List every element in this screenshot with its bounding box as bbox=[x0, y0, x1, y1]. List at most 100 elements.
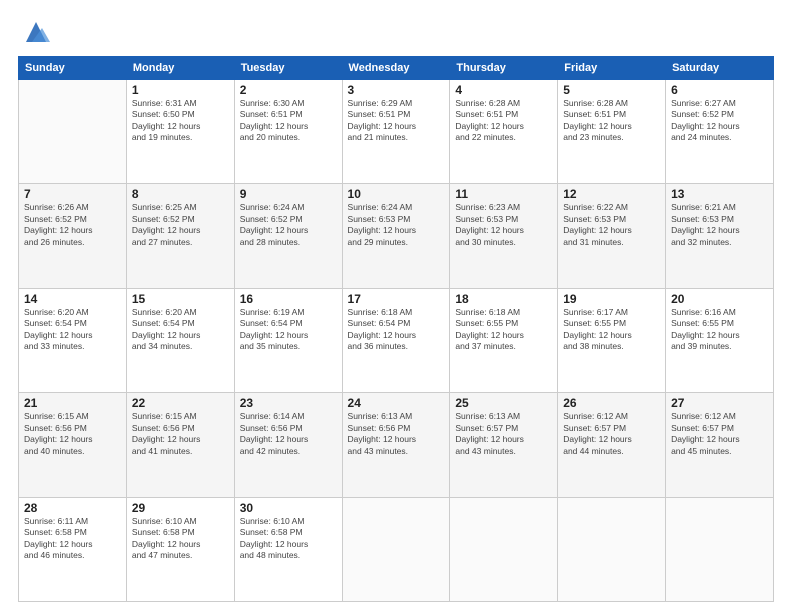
day-number: 13 bbox=[671, 187, 768, 201]
day-info: Sunrise: 6:15 AM Sunset: 6:56 PM Dayligh… bbox=[24, 411, 121, 457]
day-info: Sunrise: 6:20 AM Sunset: 6:54 PM Dayligh… bbox=[132, 307, 229, 353]
calendar-cell: 17Sunrise: 6:18 AM Sunset: 6:54 PM Dayli… bbox=[342, 288, 450, 392]
day-number: 23 bbox=[240, 396, 337, 410]
calendar-cell: 19Sunrise: 6:17 AM Sunset: 6:55 PM Dayli… bbox=[558, 288, 666, 392]
calendar-cell: 20Sunrise: 6:16 AM Sunset: 6:55 PM Dayli… bbox=[666, 288, 774, 392]
day-number: 25 bbox=[455, 396, 552, 410]
day-number: 1 bbox=[132, 83, 229, 97]
day-info: Sunrise: 6:28 AM Sunset: 6:51 PM Dayligh… bbox=[563, 98, 660, 144]
day-number: 14 bbox=[24, 292, 121, 306]
calendar-cell: 5Sunrise: 6:28 AM Sunset: 6:51 PM Daylig… bbox=[558, 80, 666, 184]
day-info: Sunrise: 6:25 AM Sunset: 6:52 PM Dayligh… bbox=[132, 202, 229, 248]
day-number: 26 bbox=[563, 396, 660, 410]
day-number: 29 bbox=[132, 501, 229, 515]
logo bbox=[18, 18, 50, 46]
calendar-cell: 4Sunrise: 6:28 AM Sunset: 6:51 PM Daylig… bbox=[450, 80, 558, 184]
day-info: Sunrise: 6:13 AM Sunset: 6:56 PM Dayligh… bbox=[348, 411, 445, 457]
day-info: Sunrise: 6:10 AM Sunset: 6:58 PM Dayligh… bbox=[132, 516, 229, 562]
day-number: 5 bbox=[563, 83, 660, 97]
calendar-week-row: 21Sunrise: 6:15 AM Sunset: 6:56 PM Dayli… bbox=[19, 393, 774, 497]
header bbox=[18, 18, 774, 46]
calendar-cell: 21Sunrise: 6:15 AM Sunset: 6:56 PM Dayli… bbox=[19, 393, 127, 497]
calendar-cell: 3Sunrise: 6:29 AM Sunset: 6:51 PM Daylig… bbox=[342, 80, 450, 184]
calendar-cell: 16Sunrise: 6:19 AM Sunset: 6:54 PM Dayli… bbox=[234, 288, 342, 392]
calendar-cell: 25Sunrise: 6:13 AM Sunset: 6:57 PM Dayli… bbox=[450, 393, 558, 497]
calendar-cell bbox=[666, 497, 774, 601]
day-info: Sunrise: 6:24 AM Sunset: 6:53 PM Dayligh… bbox=[348, 202, 445, 248]
weekday-header-row: SundayMondayTuesdayWednesdayThursdayFrid… bbox=[19, 57, 774, 80]
calendar-cell: 9Sunrise: 6:24 AM Sunset: 6:52 PM Daylig… bbox=[234, 184, 342, 288]
day-number: 3 bbox=[348, 83, 445, 97]
day-info: Sunrise: 6:13 AM Sunset: 6:57 PM Dayligh… bbox=[455, 411, 552, 457]
weekday-header-wednesday: Wednesday bbox=[342, 57, 450, 80]
weekday-header-friday: Friday bbox=[558, 57, 666, 80]
weekday-header-tuesday: Tuesday bbox=[234, 57, 342, 80]
logo-icon bbox=[22, 18, 50, 46]
day-info: Sunrise: 6:28 AM Sunset: 6:51 PM Dayligh… bbox=[455, 98, 552, 144]
calendar-cell: 29Sunrise: 6:10 AM Sunset: 6:58 PM Dayli… bbox=[126, 497, 234, 601]
calendar-week-row: 1Sunrise: 6:31 AM Sunset: 6:50 PM Daylig… bbox=[19, 80, 774, 184]
day-number: 17 bbox=[348, 292, 445, 306]
day-number: 15 bbox=[132, 292, 229, 306]
day-number: 12 bbox=[563, 187, 660, 201]
calendar-cell: 14Sunrise: 6:20 AM Sunset: 6:54 PM Dayli… bbox=[19, 288, 127, 392]
day-info: Sunrise: 6:22 AM Sunset: 6:53 PM Dayligh… bbox=[563, 202, 660, 248]
day-number: 11 bbox=[455, 187, 552, 201]
day-info: Sunrise: 6:18 AM Sunset: 6:55 PM Dayligh… bbox=[455, 307, 552, 353]
calendar-cell: 18Sunrise: 6:18 AM Sunset: 6:55 PM Dayli… bbox=[450, 288, 558, 392]
calendar-week-row: 7Sunrise: 6:26 AM Sunset: 6:52 PM Daylig… bbox=[19, 184, 774, 288]
calendar-cell: 24Sunrise: 6:13 AM Sunset: 6:56 PM Dayli… bbox=[342, 393, 450, 497]
day-number: 2 bbox=[240, 83, 337, 97]
calendar-cell: 10Sunrise: 6:24 AM Sunset: 6:53 PM Dayli… bbox=[342, 184, 450, 288]
calendar-table: SundayMondayTuesdayWednesdayThursdayFrid… bbox=[18, 56, 774, 602]
day-info: Sunrise: 6:21 AM Sunset: 6:53 PM Dayligh… bbox=[671, 202, 768, 248]
day-number: 18 bbox=[455, 292, 552, 306]
day-number: 16 bbox=[240, 292, 337, 306]
day-info: Sunrise: 6:20 AM Sunset: 6:54 PM Dayligh… bbox=[24, 307, 121, 353]
day-info: Sunrise: 6:24 AM Sunset: 6:52 PM Dayligh… bbox=[240, 202, 337, 248]
calendar-cell: 8Sunrise: 6:25 AM Sunset: 6:52 PM Daylig… bbox=[126, 184, 234, 288]
calendar-week-row: 14Sunrise: 6:20 AM Sunset: 6:54 PM Dayli… bbox=[19, 288, 774, 392]
day-info: Sunrise: 6:19 AM Sunset: 6:54 PM Dayligh… bbox=[240, 307, 337, 353]
day-number: 4 bbox=[455, 83, 552, 97]
day-number: 22 bbox=[132, 396, 229, 410]
weekday-header-saturday: Saturday bbox=[666, 57, 774, 80]
day-info: Sunrise: 6:30 AM Sunset: 6:51 PM Dayligh… bbox=[240, 98, 337, 144]
day-info: Sunrise: 6:10 AM Sunset: 6:58 PM Dayligh… bbox=[240, 516, 337, 562]
day-number: 19 bbox=[563, 292, 660, 306]
calendar-cell bbox=[450, 497, 558, 601]
day-info: Sunrise: 6:12 AM Sunset: 6:57 PM Dayligh… bbox=[671, 411, 768, 457]
day-number: 28 bbox=[24, 501, 121, 515]
day-info: Sunrise: 6:23 AM Sunset: 6:53 PM Dayligh… bbox=[455, 202, 552, 248]
calendar-cell bbox=[558, 497, 666, 601]
calendar-cell: 22Sunrise: 6:15 AM Sunset: 6:56 PM Dayli… bbox=[126, 393, 234, 497]
calendar-cell: 6Sunrise: 6:27 AM Sunset: 6:52 PM Daylig… bbox=[666, 80, 774, 184]
day-info: Sunrise: 6:16 AM Sunset: 6:55 PM Dayligh… bbox=[671, 307, 768, 353]
calendar-week-row: 28Sunrise: 6:11 AM Sunset: 6:58 PM Dayli… bbox=[19, 497, 774, 601]
day-number: 6 bbox=[671, 83, 768, 97]
calendar-cell: 13Sunrise: 6:21 AM Sunset: 6:53 PM Dayli… bbox=[666, 184, 774, 288]
calendar-cell: 28Sunrise: 6:11 AM Sunset: 6:58 PM Dayli… bbox=[19, 497, 127, 601]
day-info: Sunrise: 6:27 AM Sunset: 6:52 PM Dayligh… bbox=[671, 98, 768, 144]
calendar-cell bbox=[19, 80, 127, 184]
day-info: Sunrise: 6:29 AM Sunset: 6:51 PM Dayligh… bbox=[348, 98, 445, 144]
calendar-cell: 1Sunrise: 6:31 AM Sunset: 6:50 PM Daylig… bbox=[126, 80, 234, 184]
weekday-header-thursday: Thursday bbox=[450, 57, 558, 80]
day-info: Sunrise: 6:17 AM Sunset: 6:55 PM Dayligh… bbox=[563, 307, 660, 353]
weekday-header-sunday: Sunday bbox=[19, 57, 127, 80]
day-info: Sunrise: 6:31 AM Sunset: 6:50 PM Dayligh… bbox=[132, 98, 229, 144]
day-number: 7 bbox=[24, 187, 121, 201]
calendar-cell: 26Sunrise: 6:12 AM Sunset: 6:57 PM Dayli… bbox=[558, 393, 666, 497]
day-number: 21 bbox=[24, 396, 121, 410]
calendar-cell: 11Sunrise: 6:23 AM Sunset: 6:53 PM Dayli… bbox=[450, 184, 558, 288]
calendar-cell: 15Sunrise: 6:20 AM Sunset: 6:54 PM Dayli… bbox=[126, 288, 234, 392]
day-number: 24 bbox=[348, 396, 445, 410]
day-number: 20 bbox=[671, 292, 768, 306]
day-info: Sunrise: 6:15 AM Sunset: 6:56 PM Dayligh… bbox=[132, 411, 229, 457]
day-info: Sunrise: 6:12 AM Sunset: 6:57 PM Dayligh… bbox=[563, 411, 660, 457]
calendar-cell: 27Sunrise: 6:12 AM Sunset: 6:57 PM Dayli… bbox=[666, 393, 774, 497]
page: SundayMondayTuesdayWednesdayThursdayFrid… bbox=[0, 0, 792, 612]
calendar-cell bbox=[342, 497, 450, 601]
day-info: Sunrise: 6:26 AM Sunset: 6:52 PM Dayligh… bbox=[24, 202, 121, 248]
day-number: 10 bbox=[348, 187, 445, 201]
